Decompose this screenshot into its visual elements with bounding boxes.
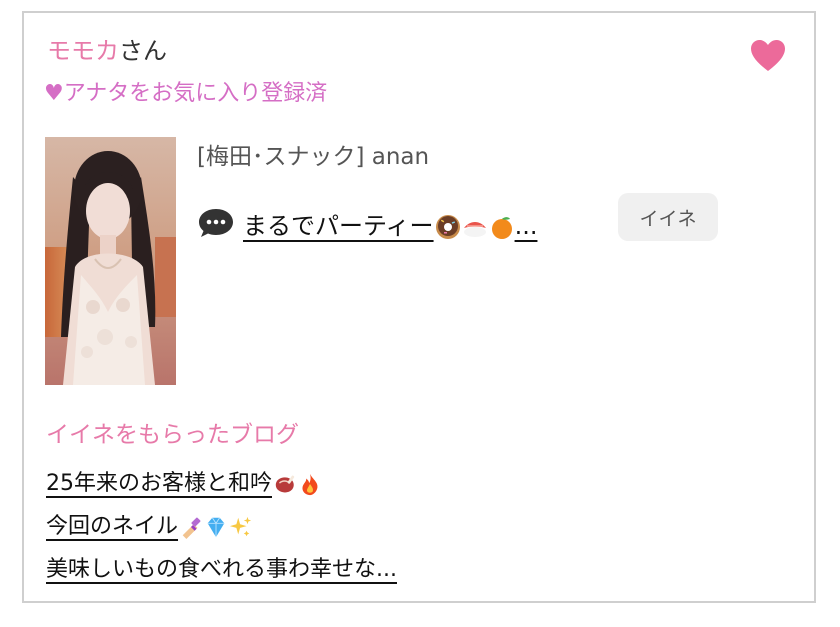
sushi-emoji	[463, 221, 486, 237]
steak-emoji	[275, 475, 295, 492]
profile-name-row[interactable]: モモカさん	[47, 35, 167, 67]
list-item: 今回のネイル	[46, 502, 397, 545]
favorite-heart-button[interactable]	[750, 39, 786, 73]
liked-blog-link-2[interactable]: 今回のネイル	[46, 508, 253, 540]
orange-emoji	[491, 216, 512, 239]
liked-blogs-heading: イイネをもらったブログ	[46, 422, 299, 448]
profile-photo[interactable]	[45, 137, 176, 385]
latest-blog-link[interactable]: まるでパーティー...	[243, 206, 537, 241]
gem-emoji	[207, 517, 225, 537]
list-item: 美味しいもの食べれる事わ幸せな...	[46, 545, 397, 588]
liked-blog-title: 25年来のお客様と和吟	[46, 470, 272, 496]
speech-bubble-icon	[199, 209, 233, 237]
list-item: 25年来のお客様と和吟	[46, 459, 397, 502]
heart-icon	[751, 40, 785, 71]
favorite-card: モモカさん ♥アナタをお気に入り登録済 [梅田･スナック] anan まるでパー…	[22, 11, 816, 603]
profile-name[interactable]: モモカ	[47, 37, 119, 65]
latest-blog-row: まるでパーティー...	[197, 203, 537, 243]
latest-blog-ellipsis: ...	[514, 211, 538, 240]
latest-blog-title: まるでパーティー	[243, 211, 434, 240]
like-button[interactable]: イイネ	[618, 193, 718, 241]
liked-blog-link-3[interactable]: 美味しいもの食べれる事わ幸せな...	[46, 551, 397, 583]
shop-label[interactable]: [梅田･スナック] anan	[197, 141, 429, 173]
liked-blog-title: 今回のネイル	[46, 513, 179, 539]
liked-blog-link-1[interactable]: 25年来のお客様と和吟	[46, 465, 322, 497]
profile-photo-image	[45, 137, 176, 385]
fire-emoji	[302, 473, 318, 495]
liked-blogs-list: 25年来のお客様と和吟 今回のネイル 美味しいもの食べれる事わ幸せな...	[46, 459, 397, 588]
favorite-status-text: ♥アナタをお気に入り登録済	[44, 81, 328, 106]
sparkles-emoji	[229, 516, 252, 536]
profile-honorific: さん	[119, 37, 167, 65]
liked-blog-title: 美味しいもの食べれる事わ幸せな...	[46, 556, 397, 582]
nail-polish-emoji	[182, 517, 201, 539]
donut-emoji	[435, 214, 460, 239]
